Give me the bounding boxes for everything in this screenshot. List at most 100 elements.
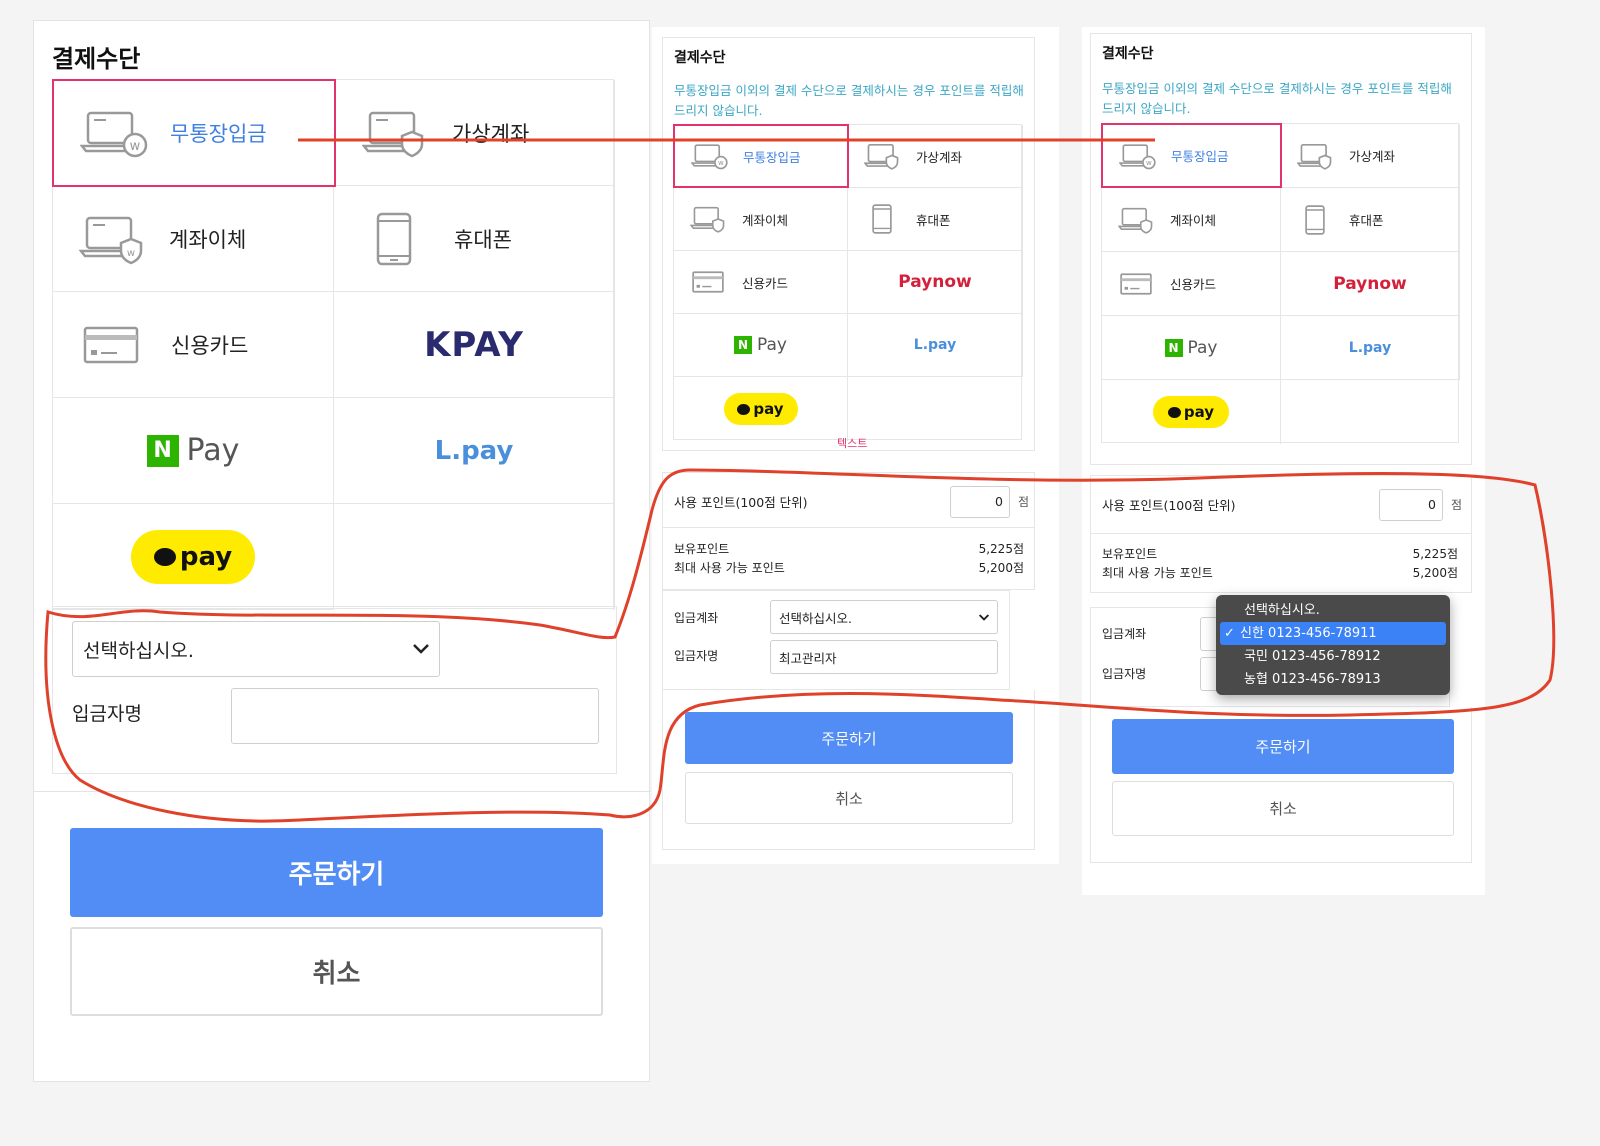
svg-text:w: w [1146,158,1152,167]
laptop-shield-icon [864,143,899,170]
owned-points-row: 보유포인트 5,225점 [1102,546,1458,561]
npay-logo: N Pay [1164,338,1217,358]
method-npay[interactable]: N Pay [53,398,334,504]
laptop-shield-icon: w [79,216,143,264]
points-notice: 무통장입금 이외의 결제 수단으로 결제하시는 경우 포인트를 적립해드리지 않… [1102,81,1452,116]
payment-method-grid: w 무통장입금 가상계좌 계좌이체 휴대폰 신용카드 Paynow N Pay [673,124,1023,441]
dropdown-option[interactable]: 선택하십시오. [1216,599,1450,622]
order-button[interactable]: 주문하기 [70,828,603,917]
svg-text:w: w [718,158,724,167]
depositor-label: 입금자명 [72,703,142,725]
payment-panel-3: 결제수단 무통장입금 이외의 결제 수단으로 결제하시는 경우 포인트를 적립해… [1082,27,1485,895]
method-paynow[interactable]: Paynow [848,251,1023,314]
cancel-button[interactable]: 취소 [70,927,603,1016]
method-lpay[interactable]: L.pay [848,314,1023,377]
method-kakaopay[interactable]: pay [53,504,334,610]
points-input[interactable]: 0 [1378,488,1443,521]
method-label: 가상계좌 [452,121,530,146]
method-lpay[interactable]: L.pay [1281,316,1460,380]
laptop-w-icon: w [691,144,728,170]
dropdown-option-selected[interactable]: ✓ 신한 0123-456-78911 [1220,622,1446,645]
method-label: 무통장입금 [1171,149,1229,164]
speech-bubble-icon [1167,406,1181,418]
bank-account-select[interactable]: 선택하십시오. [72,621,440,677]
npay-n-icon: N [146,434,179,467]
method-account-transfer[interactable]: w 계좌이체 [53,186,334,292]
method-label: 계좌이체 [169,227,247,252]
method-credit-card[interactable]: 신용카드 [674,251,848,314]
dropdown-option[interactable]: 국민 0123-456-78912 [1216,645,1450,668]
method-label: 휴대폰 [1349,213,1384,228]
method-label: 휴대폰 [916,212,951,228]
method-paynow[interactable]: Paynow [1281,252,1460,316]
separator [34,791,651,792]
owned-points-row: 보유포인트 5,225점 [674,541,1024,556]
npay-logo: N Pay [146,433,239,468]
payment-method-grid: w 무통장입금 가상계좌 w 계좌이체 휴대폰 신용카드 KPAY N Pay [52,79,615,610]
method-kakaopay[interactable]: pay [674,377,848,441]
kpay-logo: KPAY [424,324,524,365]
method-mobile[interactable]: 휴대폰 [1281,188,1460,252]
points-unit: 점 [1017,495,1029,509]
method-kpay[interactable]: KPAY [334,292,615,398]
checkmark-icon: ✓ [1224,626,1235,641]
method-label: 무통장입금 [170,122,267,146]
lpay-logo: L.pay [434,435,514,466]
text-label: 텍스트 [837,437,868,450]
depositor-input[interactable]: 최고관리자 [770,640,998,674]
laptop-shield-icon [362,111,424,157]
page-title: 결제수단 [1102,46,1154,62]
paynow-logo: Paynow [898,272,972,292]
method-virtual-account[interactable]: 가상계좌 [848,125,1023,188]
method-label: 계좌이체 [1170,213,1217,228]
method-credit-card[interactable]: 신용카드 [1102,252,1281,316]
npay-n-icon: N [734,336,753,354]
method-label: 휴대폰 [454,227,512,252]
method-bank-transfer[interactable]: w 무통장입금 [1101,123,1282,188]
method-bank-transfer[interactable]: w 무통장입금 [52,79,336,187]
bank-account-select[interactable]: 선택하십시오. [770,600,998,634]
chevron-down-icon [979,613,989,621]
method-virtual-account[interactable]: 가상계좌 [1281,124,1460,188]
points-label: 사용 포인트(100점 단위) [674,495,808,510]
method-credit-card[interactable]: 신용카드 [53,292,334,398]
speech-bubble-icon [737,403,751,415]
svg-text:w: w [130,139,141,154]
bank-account-dropdown[interactable]: 선택하십시오. ✓ 신한 0123-456-78911 국민 0123-456-… [1216,595,1450,695]
method-mobile[interactable]: 휴대폰 [848,188,1023,251]
svg-text:w: w [127,248,135,259]
credit-card-icon [692,271,724,293]
method-kakaopay[interactable]: pay [1102,380,1281,444]
payment-panel-2: 결제수단 무통장입금 이외의 결제 수단으로 결제하시는 경우 포인트를 적립해… [652,27,1059,864]
method-lpay[interactable]: L.pay [334,398,615,504]
method-account-transfer[interactable]: 계좌이체 [674,188,848,251]
npay-logo: N Pay [734,335,787,355]
method-account-transfer[interactable]: 계좌이체 [1102,188,1281,252]
points-unit: 점 [1450,498,1462,512]
points-notice: 무통장입금 이외의 결제 수단으로 결제하시는 경우 포인트를 적립해드리지 않… [674,83,1024,118]
speech-bubble-icon [153,547,176,566]
method-npay[interactable]: N Pay [674,314,848,377]
page-title: 결제수단 [674,50,726,66]
points-input[interactable]: 0 [949,485,1010,518]
chevron-down-icon [413,644,429,654]
depositor-label: 입금자명 [1102,667,1147,681]
dropdown-option[interactable]: 농협 0123-456-78913 [1216,668,1450,691]
depositor-label: 입금자명 [674,649,719,663]
credit-card-icon [1120,272,1152,295]
points-row: 사용 포인트(100점 단위) 0 점 [674,484,1029,519]
method-mobile[interactable]: 휴대폰 [334,186,615,292]
method-label: 신용카드 [1170,277,1217,292]
payment-panel-1: 결제수단 w 무통장입금 가상계좌 w 계좌이체 휴대폰 신용카드 KPAY N [33,20,651,1082]
depositor-input[interactable] [231,688,599,744]
max-points-row: 최대 사용 가능 포인트 5,200점 [674,560,1024,575]
method-empty [334,504,615,610]
method-bank-transfer[interactable]: w 무통장입금 [673,124,849,188]
phone-icon [1305,204,1325,235]
method-npay[interactable]: N Pay [1102,316,1281,380]
phone-icon [376,212,412,265]
laptop-w-icon: w [1119,143,1156,169]
points-divider [662,527,1035,528]
page-title: 결제수단 [52,45,141,73]
method-virtual-account[interactable]: 가상계좌 [334,80,615,186]
